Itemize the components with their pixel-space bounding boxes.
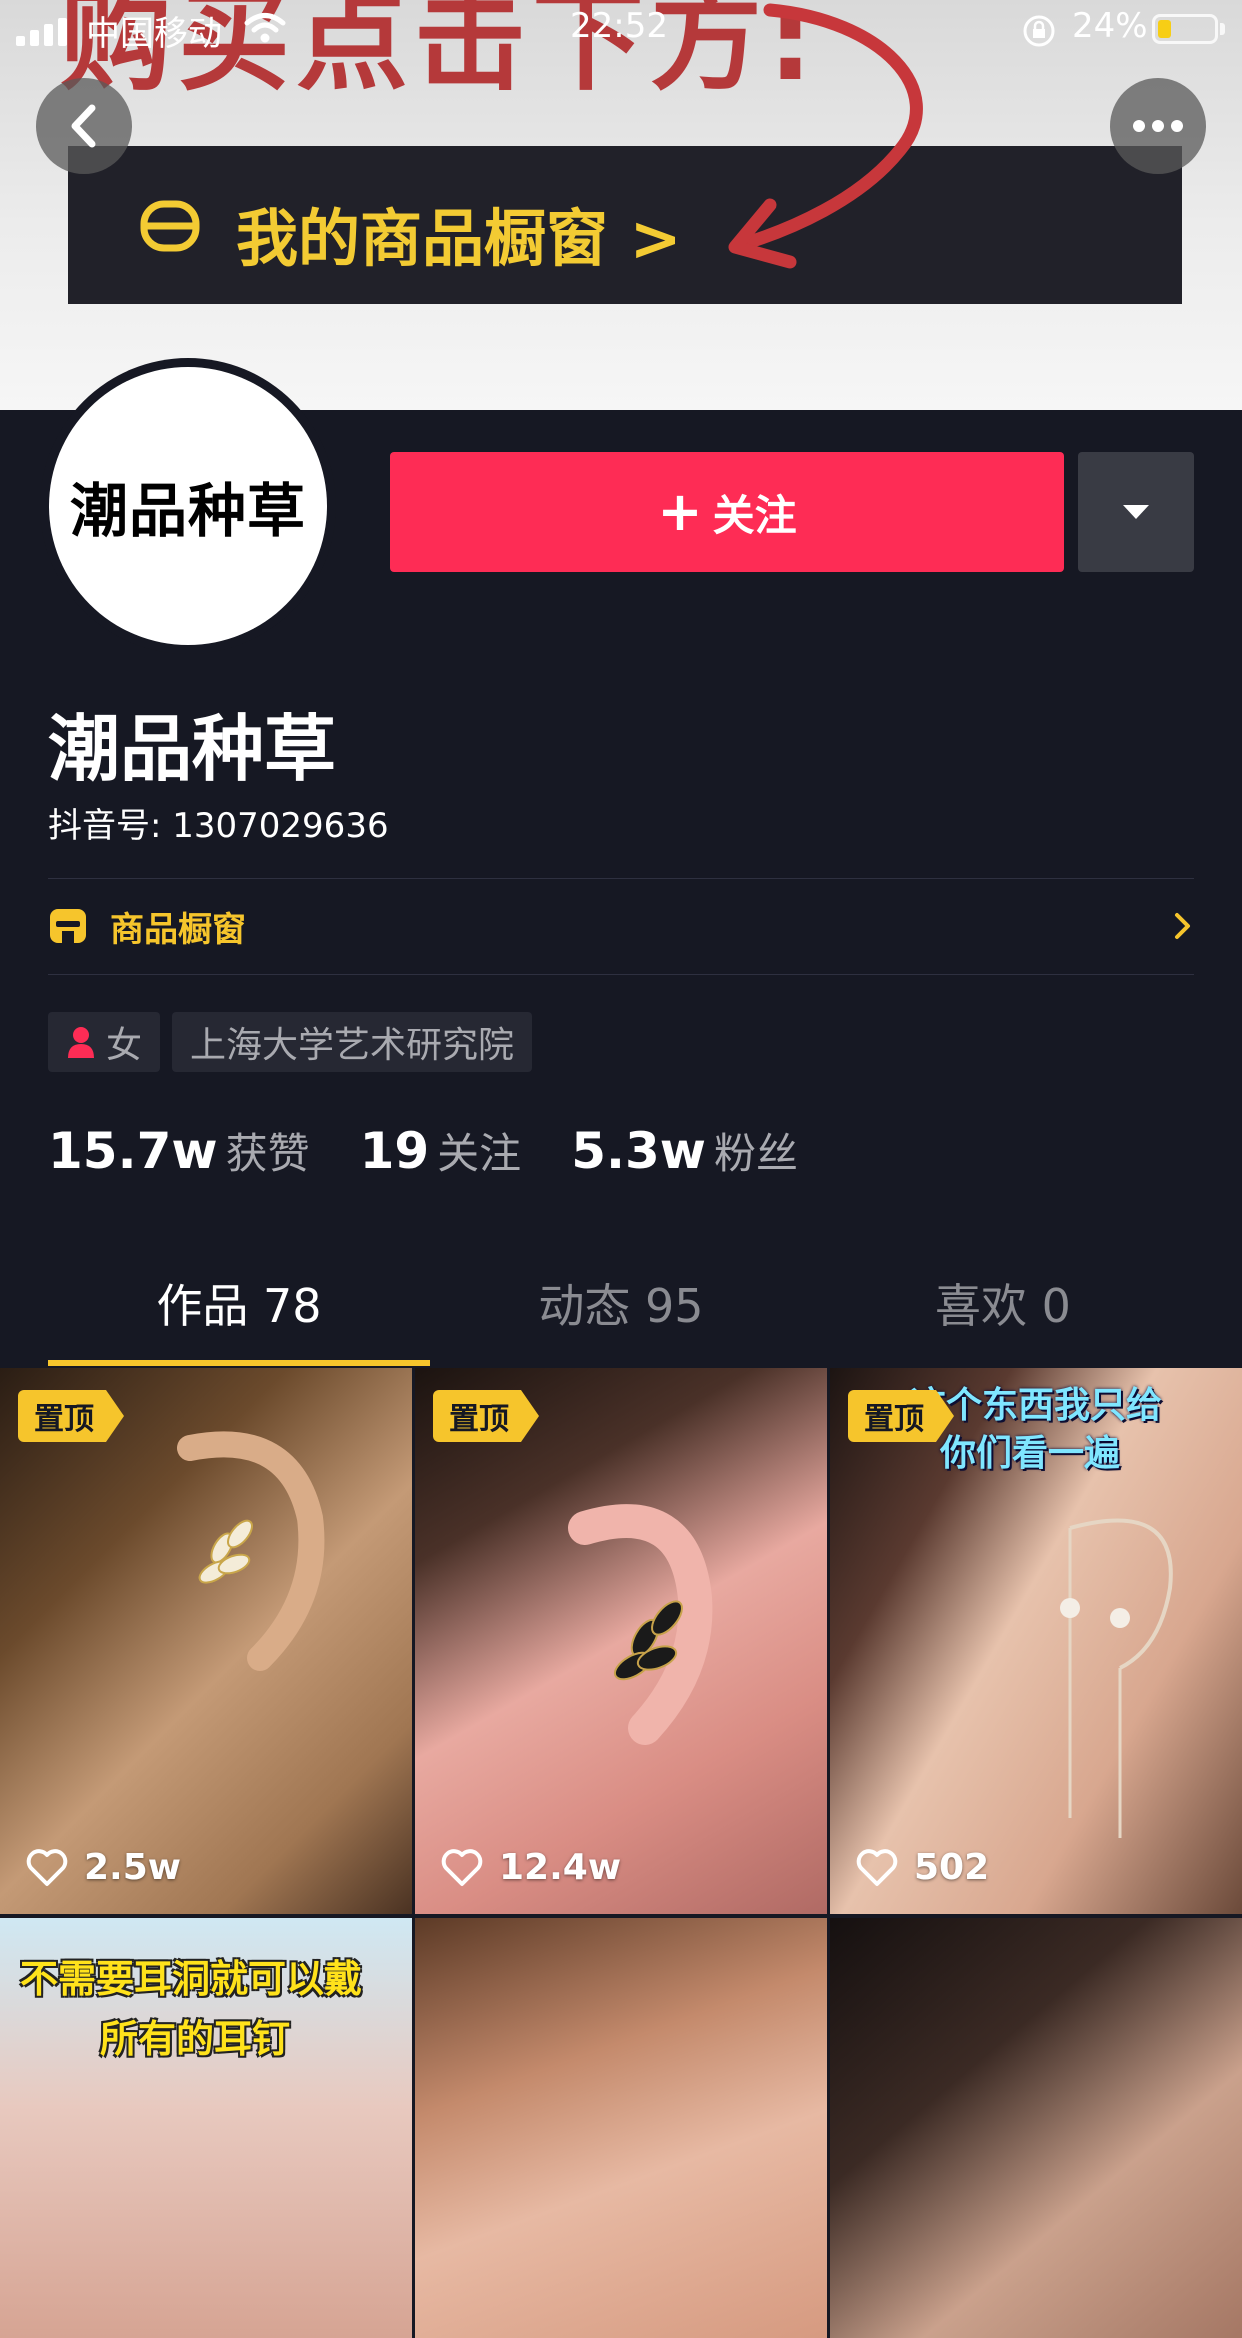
pinned-badge: 置顶 — [848, 1390, 954, 1442]
avatar-image: 潮品种草 — [49, 367, 327, 645]
douyin-id: 抖音号: 1307029636 — [48, 806, 389, 846]
signal-icon — [16, 18, 72, 46]
shop-window-row[interactable]: 商品橱窗 — [48, 878, 1194, 974]
banner-arrow-icon — [728, 3, 923, 269]
heart-icon — [441, 1848, 483, 1886]
ear-illustration — [568, 1504, 713, 1745]
more-icon — [1133, 120, 1183, 132]
tab-moments[interactable]: 动态 95 — [414, 1270, 828, 1336]
video-thumbnail[interactable]: 不需要耳洞就可以戴 所有的耳钉 — [0, 1918, 412, 2338]
video-thumbnail[interactable]: 置顶 2.5w — [0, 1368, 412, 1914]
profile-stats: 15.7w 获赞 19 关注 5.3w 粉丝 — [48, 1120, 848, 1181]
shop-window-label: 商品橱窗 — [110, 909, 246, 950]
follow-button[interactable]: + 关注 — [390, 452, 1064, 572]
avatar-text: 潮品种草 — [69, 477, 306, 545]
recommend-dropdown-button[interactable] — [1078, 452, 1194, 572]
video-caption-line1: 不需要耳洞就可以戴 — [20, 1957, 363, 2001]
banner-store-text: 我的商品橱窗 > — [236, 202, 682, 275]
profile-name: 潮品种草 — [48, 707, 337, 791]
following-count[interactable]: 19 — [360, 1122, 430, 1180]
battery-cap — [1220, 23, 1225, 35]
store-icon — [50, 909, 86, 943]
school-label: 上海大学艺术研究院 — [190, 1025, 515, 1066]
follow-plus-icon: + — [657, 480, 703, 543]
avatar[interactable]: 潮品种草 — [40, 358, 336, 654]
pinned-badge: 置顶 — [433, 1390, 539, 1442]
battery-percent: 24% — [1072, 6, 1148, 46]
video-likes: 2.5w — [26, 1847, 181, 1888]
pinned-badge: 置顶 — [18, 1390, 124, 1442]
heart-icon — [856, 1848, 898, 1886]
tab-likes[interactable]: 喜欢 0 — [796, 1270, 1210, 1336]
video-caption-line2: 你们看一遍 — [940, 1433, 1121, 1474]
video-likes-count: 12.4w — [499, 1847, 622, 1888]
back-icon — [71, 104, 96, 148]
video-thumbnail[interactable] — [415, 1918, 827, 2338]
status-time: 22:52 — [570, 6, 668, 46]
wifi-icon — [244, 13, 286, 43]
school-tag: 上海大学艺术研究院 — [172, 1012, 533, 1072]
following-label[interactable]: 关注 — [437, 1120, 521, 1181]
chevron-right-icon — [1175, 913, 1190, 939]
video-thumbnail[interactable] — [830, 1918, 1242, 2338]
divider — [48, 974, 1194, 975]
profile-banner: 购买点击下方: 我的商品橱窗 > — [0, 0, 1242, 410]
battery-icon — [1152, 14, 1218, 44]
tab-works[interactable]: 作品 78 — [32, 1270, 446, 1336]
lock-rotation-icon — [1023, 15, 1055, 47]
tab-indicator — [48, 1360, 430, 1366]
video-likes: 502 — [856, 1847, 989, 1888]
followers-count[interactable]: 5.3w — [571, 1122, 706, 1180]
back-button[interactable] — [36, 78, 132, 174]
video-likes: 12.4w — [441, 1847, 621, 1888]
more-button[interactable] — [1110, 78, 1206, 174]
video-likes-count: 502 — [914, 1847, 990, 1888]
followers-label[interactable]: 粉丝 — [714, 1120, 798, 1181]
carrier-name: 中国移动 — [86, 14, 222, 54]
video-thumbnail[interactable]: 置顶 12.4w — [415, 1368, 827, 1914]
gender-female-icon — [68, 1027, 94, 1058]
likes-count[interactable]: 15.7w — [48, 1122, 218, 1180]
likes-label[interactable]: 获赞 — [226, 1120, 310, 1181]
gender-tag: 女 — [48, 1012, 161, 1072]
video-likes-count: 2.5w — [84, 1847, 182, 1888]
heart-icon — [26, 1848, 68, 1886]
ear-illustration — [177, 1431, 325, 1671]
dropdown-icon — [1123, 505, 1149, 519]
earring-illustration — [1060, 1518, 1173, 1838]
banner-store-icon — [140, 200, 200, 252]
follow-label: 关注 — [712, 490, 797, 540]
video-caption-line2: 所有的耳钉 — [100, 2017, 291, 2061]
gender-label: 女 — [106, 1025, 143, 1066]
video-thumbnail[interactable]: 这个东西我只给 你们看一遍 置顶 502 — [830, 1368, 1242, 1914]
